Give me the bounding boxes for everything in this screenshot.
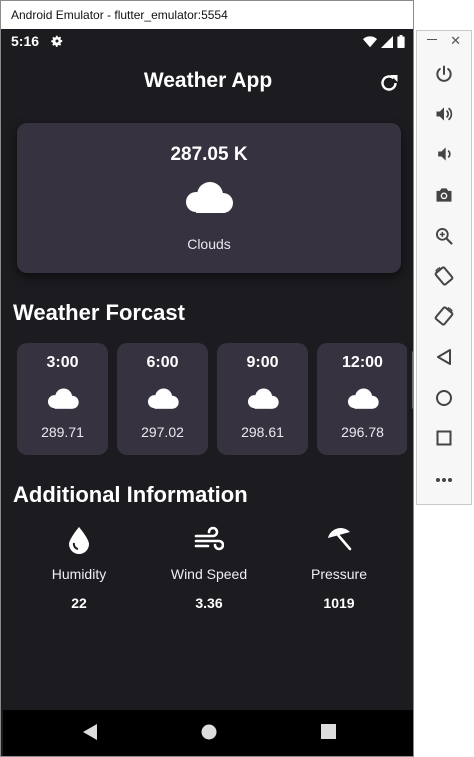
umbrella-icon [328, 528, 352, 551]
cloud-icon [147, 388, 179, 409]
forecast-time: 6:00 [146, 354, 179, 371]
forecast-time: 9:00 [246, 354, 279, 371]
current-temperature: 287.05 K [170, 144, 248, 165]
humidity-label: Humidity [51, 566, 107, 582]
signal-icon [381, 35, 393, 48]
back-icon[interactable] [83, 724, 97, 740]
forecast-title: Weather Forcast [13, 300, 185, 325]
more-button[interactable] [431, 467, 457, 493]
overview-icon [436, 430, 452, 446]
home-icon [436, 390, 452, 406]
wind-speed-label: Wind Speed [170, 566, 248, 582]
page-title: Weather App [143, 69, 273, 92]
forecast-list[interactable]: 3:00 289.71 6:00 297.02 9:00 298.61 12:0… [17, 343, 407, 458]
rotate-right-button[interactable] [431, 303, 457, 329]
recents-icon[interactable] [321, 724, 336, 739]
camera-icon [436, 188, 452, 202]
forecast-time: 12:00 [342, 354, 383, 371]
current-condition: Clouds [187, 236, 231, 252]
back-button[interactable] [431, 344, 457, 370]
zoom-button[interactable] [431, 223, 457, 249]
additional-info-title: Additional Information [13, 482, 248, 507]
wifi-icon [363, 35, 377, 47]
home-button[interactable] [431, 385, 457, 411]
cloud-icon [186, 182, 233, 213]
pressure-info: Pressure 1019 [269, 526, 409, 611]
status-bar: 5:16 [3, 29, 413, 55]
volume-up-icon [436, 107, 453, 121]
cloud-icon [247, 388, 279, 409]
screenshot-button[interactable] [431, 182, 457, 208]
phone-screen: 5:16 Weather App 287.05 K Clouds Weather… [3, 29, 413, 756]
cloud-icon [47, 388, 79, 409]
wind-speed-info: Wind Speed 3.36 [139, 526, 279, 611]
forecast-card: 3:00 289.71 [17, 343, 108, 455]
forecast-temp: 297.02 [141, 424, 184, 440]
rotate-right-icon [434, 306, 454, 326]
rotate-left-button[interactable] [431, 263, 457, 289]
wind-icon [194, 526, 224, 551]
forecast-card: 12:00 296.78 [317, 343, 407, 455]
emulator-window: Android Emulator - flutter_emulator:5554… [0, 0, 414, 757]
water-drop-icon [69, 527, 89, 554]
back-icon [437, 349, 451, 365]
status-time: 5:16 [11, 33, 40, 49]
zoom-in-icon [436, 228, 453, 245]
volume-down-button[interactable] [431, 141, 457, 167]
battery-icon [397, 35, 405, 48]
forecast-card: 9:00 298.61 [217, 343, 308, 455]
cloud-icon [347, 388, 379, 409]
forecast-time: 3:00 [46, 354, 79, 371]
overview-button[interactable] [431, 425, 457, 451]
forecast-card: 6:00 297.02 [117, 343, 208, 455]
humidity-info: Humidity 22 [9, 526, 149, 611]
more-icon [436, 478, 452, 482]
volume-down-icon [438, 147, 451, 161]
volume-up-button[interactable] [431, 101, 457, 127]
minimize-icon[interactable] [427, 39, 437, 40]
current-weather-card: 287.05 K Clouds [17, 123, 401, 273]
rotate-left-icon [434, 266, 454, 286]
app-bar: Weather App [3, 55, 413, 107]
forecast-temp: 289.71 [41, 424, 84, 440]
pressure-value: 1019 [323, 595, 355, 611]
window-title: Android Emulator - flutter_emulator:5554 [1, 1, 413, 29]
forecast-temp: 296.78 [341, 424, 384, 440]
power-icon [436, 65, 452, 82]
refresh-icon[interactable] [377, 71, 401, 95]
gear-icon [51, 35, 63, 47]
forecast-temp: 298.61 [241, 424, 284, 440]
home-icon[interactable] [201, 724, 217, 740]
close-icon[interactable]: ✕ [450, 33, 461, 49]
wind-speed-value: 3.36 [195, 595, 223, 611]
pressure-label: Pressure [310, 566, 368, 582]
humidity-value: 22 [71, 595, 87, 611]
emulator-toolbar: ✕ [416, 30, 472, 505]
power-button[interactable] [431, 61, 457, 87]
scrollbar[interactable] [412, 351, 413, 409]
navigation-bar [3, 710, 413, 756]
